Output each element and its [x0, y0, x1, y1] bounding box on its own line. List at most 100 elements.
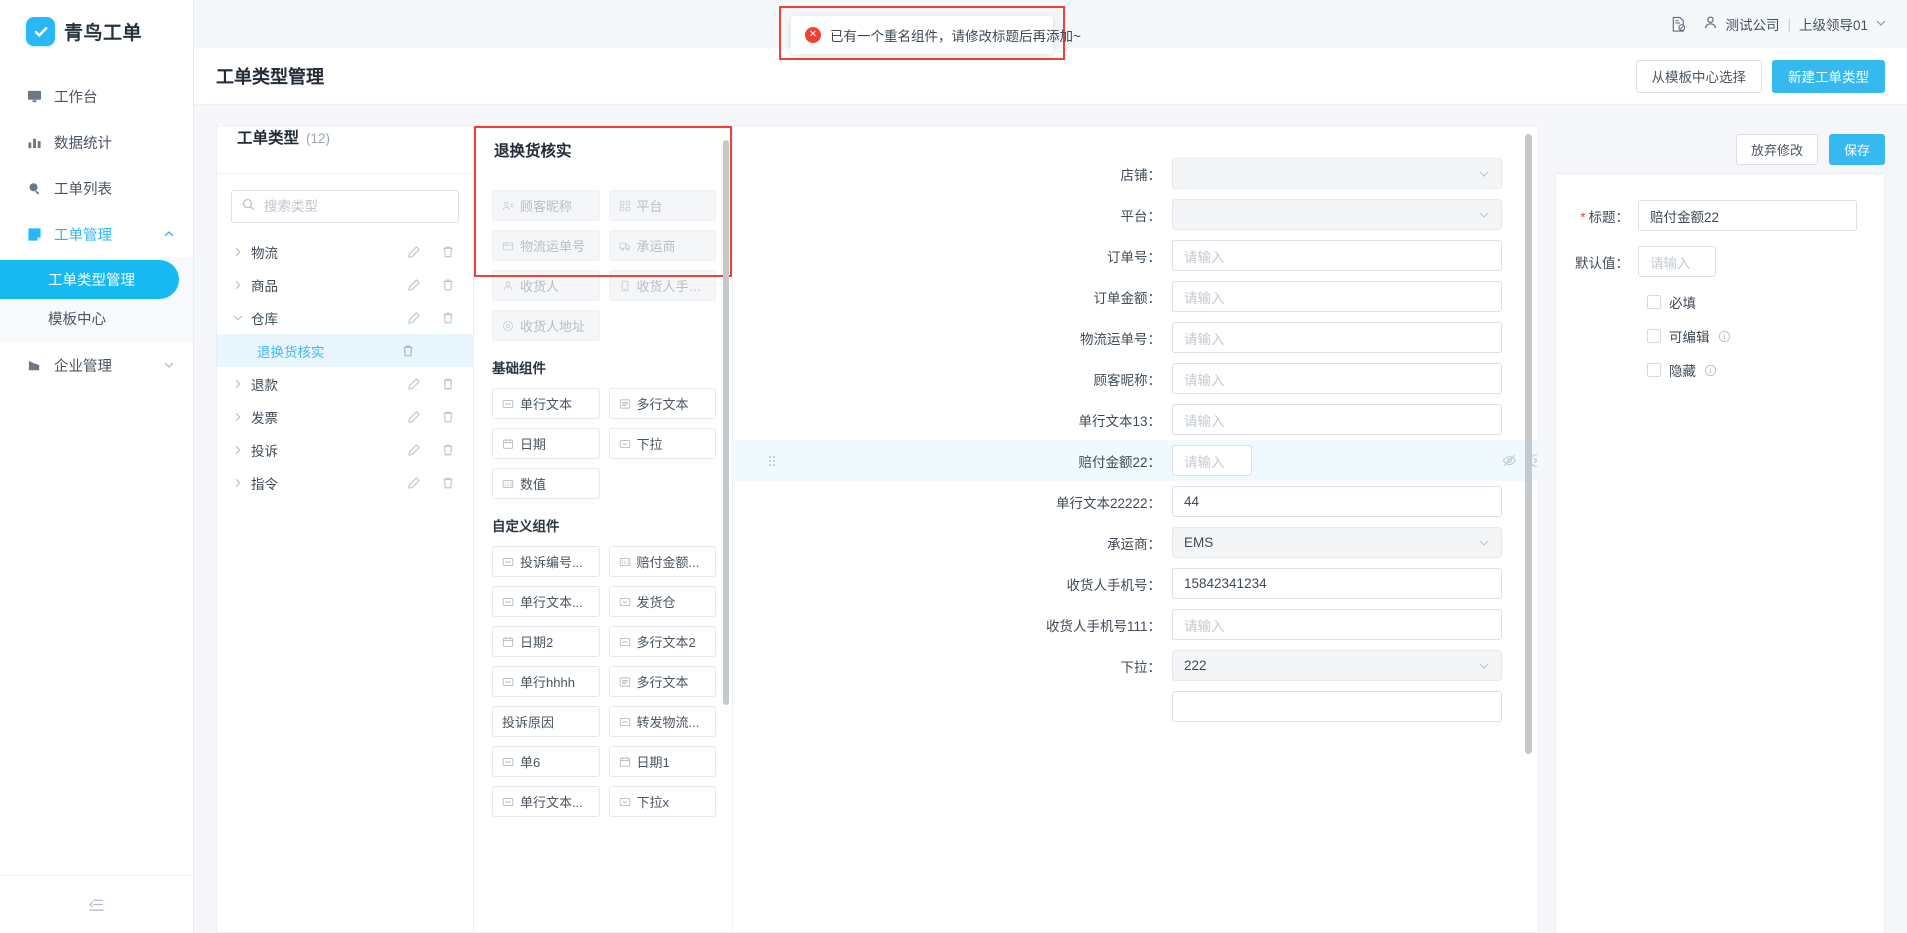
recipient-phone-111-input[interactable]: 请输入: [1172, 609, 1502, 640]
collapse-sidebar-icon[interactable]: [88, 896, 105, 913]
checkbox-editable[interactable]: [1647, 329, 1661, 343]
order-number-input[interactable]: 请输入: [1172, 240, 1502, 271]
form-field-control[interactable]: 44: [1172, 486, 1502, 517]
form-field-control[interactable]: 请输入: [1172, 404, 1502, 435]
palette-scrollbar[interactable]: [723, 140, 729, 705]
form-field-control[interactable]: 请输入: [1172, 281, 1502, 312]
select-from-template-center-button[interactable]: 从模板中心选择: [1635, 59, 1762, 93]
form-row-single-line-text-22222[interactable]: 单行文本22222： 44: [733, 481, 1537, 522]
tree-node-tuikuan[interactable]: 退款: [217, 367, 473, 400]
palette-item-complaint-reason[interactable]: 投诉原因: [492, 706, 600, 737]
form-row-recipient-phone[interactable]: 收货人手机号： 15842341234: [733, 563, 1537, 604]
checkbox-required[interactable]: [1647, 295, 1661, 309]
property-checkbox-required[interactable]: 必填: [1647, 292, 1866, 312]
trash-icon[interactable]: [441, 278, 455, 292]
palette-item-complaint-number[interactable]: 投诉编号...: [492, 546, 600, 577]
palette-scroll-area[interactable]: 顾客昵称 平台 物流运单号 承运商 收货人 收货人手机 收货人地址 基础组件 单…: [474, 174, 732, 932]
trash-icon[interactable]: [441, 377, 455, 391]
form-field-control[interactable]: 请输入: [1172, 240, 1502, 271]
drag-grip-icon[interactable]: [767, 454, 777, 468]
trash-icon[interactable]: [441, 443, 455, 457]
form-field-control[interactable]: 请输入: [1172, 322, 1502, 353]
dropdown-select[interactable]: 222: [1172, 650, 1502, 681]
property-default-input[interactable]: 请输入: [1638, 246, 1716, 277]
palette-item-multi-line-text2[interactable]: 多行文本2: [608, 626, 716, 657]
discard-changes-button[interactable]: 放弃修改: [1735, 133, 1818, 165]
form-field-control[interactable]: 请输入: [1172, 445, 1502, 476]
next-field-input[interactable]: [1172, 691, 1502, 722]
palette-item-shipping-warehouse[interactable]: 发货仓: [608, 586, 716, 617]
pencil-icon[interactable]: [407, 410, 421, 424]
carrier-select[interactable]: EMS: [1172, 527, 1502, 558]
palette-item-single-line-text[interactable]: 单行文本: [492, 388, 600, 419]
form-row-store[interactable]: 店铺：: [733, 153, 1537, 194]
form-canvas[interactable]: 店铺： 平台： 订单号： 请输入 订单金额： 请输入 物流运单号： 请输入 顾客…: [732, 125, 1537, 933]
palette-item-single-line-text-custom[interactable]: 单行文本...: [492, 586, 600, 617]
palette-item-dropdown-x[interactable]: 下拉x: [608, 786, 716, 817]
palette-item-dan6[interactable]: 单6: [492, 746, 600, 777]
pencil-icon[interactable]: [407, 278, 421, 292]
pencil-icon[interactable]: [407, 377, 421, 391]
sidebar-item-template-center[interactable]: 模板中心: [0, 299, 193, 338]
form-row-order-amount[interactable]: 订单金额： 请输入: [733, 276, 1537, 317]
sidebar-item-statistics[interactable]: 数据统计: [0, 119, 193, 165]
palette-item-single-line-hhhh[interactable]: 单行hhhh: [492, 666, 600, 697]
tree-node-tousu[interactable]: 投诉: [217, 433, 473, 466]
tree-node-cangku[interactable]: 仓库: [217, 301, 473, 334]
tree-node-fapiao[interactable]: 发票: [217, 400, 473, 433]
palette-item-compensation-amount[interactable]: 123 赔付金额...: [608, 546, 716, 577]
trash-icon[interactable]: [441, 476, 455, 490]
trash-icon[interactable]: [401, 344, 415, 358]
pencil-icon[interactable]: [407, 476, 421, 490]
form-field-control[interactable]: 请输入: [1172, 609, 1502, 640]
chevron-up-icon[interactable]: [163, 228, 175, 240]
property-checkbox-editable[interactable]: 可编辑: [1647, 326, 1866, 346]
palette-item-number[interactable]: 123 数值: [492, 468, 600, 499]
document-help-icon[interactable]: [1670, 16, 1687, 33]
chevron-right-icon[interactable]: [233, 478, 249, 488]
form-field-control[interactable]: 222: [1172, 650, 1502, 681]
trash-icon[interactable]: [441, 245, 455, 259]
sidebar-item-ticket-management[interactable]: 工单管理: [0, 211, 193, 257]
form-field-control[interactable]: [1172, 199, 1502, 230]
tree-node-zhiling[interactable]: 指令: [217, 466, 473, 499]
single-line-text-13-input[interactable]: 请输入: [1172, 404, 1502, 435]
chevron-right-icon[interactable]: [233, 280, 249, 290]
checkbox-hidden[interactable]: [1647, 363, 1661, 377]
pencil-icon[interactable]: [407, 443, 421, 457]
form-row-recipient-phone-111[interactable]: 收货人手机号111： 请输入: [733, 604, 1537, 645]
tree-node-wuliu[interactable]: 物流: [217, 235, 473, 268]
chevron-down-icon[interactable]: [163, 359, 175, 371]
palette-item-forward-logistics[interactable]: 转发物流...: [608, 706, 716, 737]
palette-item-date1[interactable]: 日期1: [608, 746, 716, 777]
pencil-icon[interactable]: [407, 311, 421, 325]
compensation-amount-22-input[interactable]: 请输入: [1172, 445, 1252, 476]
single-line-text-22222-input[interactable]: 44: [1172, 486, 1502, 517]
pencil-icon[interactable]: [407, 245, 421, 259]
palette-item-date2[interactable]: 日期2: [492, 626, 600, 657]
store-select[interactable]: [1172, 158, 1502, 189]
trash-icon[interactable]: [441, 410, 455, 424]
sidebar-item-ticket-type-management[interactable]: 工单类型管理: [0, 260, 179, 299]
palette-item-single-line-text-custom2[interactable]: 单行文本...: [492, 786, 600, 817]
chevron-down-icon[interactable]: [233, 313, 249, 323]
form-row-compensation-amount-22[interactable]: 赔付金额22： 请输入: [733, 440, 1537, 481]
info-circle-icon[interactable]: [1704, 364, 1717, 377]
sidebar-item-ticket-list[interactable]: 工单列表: [0, 165, 193, 211]
form-row-carrier[interactable]: 承运商： EMS: [733, 522, 1537, 563]
form-field-control[interactable]: EMS: [1172, 527, 1502, 558]
chevron-right-icon[interactable]: [233, 445, 249, 455]
form-row-platform[interactable]: 平台：: [733, 194, 1537, 235]
form-row-order-number[interactable]: 订单号： 请输入: [733, 235, 1537, 276]
sidebar-item-workbench[interactable]: 工作台: [0, 73, 193, 119]
sidebar-item-enterprise-management[interactable]: 企业管理: [0, 342, 193, 388]
chevron-right-icon[interactable]: [233, 379, 249, 389]
palette-item-date[interactable]: 日期: [492, 428, 600, 459]
palette-item-multi-line-text[interactable]: 多行文本: [608, 388, 716, 419]
customer-nickname-input[interactable]: 请输入: [1172, 363, 1502, 394]
platform-select[interactable]: [1172, 199, 1502, 230]
user-menu[interactable]: 测试公司 | 上级领导01: [1703, 14, 1887, 34]
form-row-dropdown[interactable]: 下拉： 222: [733, 645, 1537, 686]
palette-item-multi-line-text-custom[interactable]: 多行文本: [608, 666, 716, 697]
chevron-right-icon[interactable]: [233, 247, 249, 257]
